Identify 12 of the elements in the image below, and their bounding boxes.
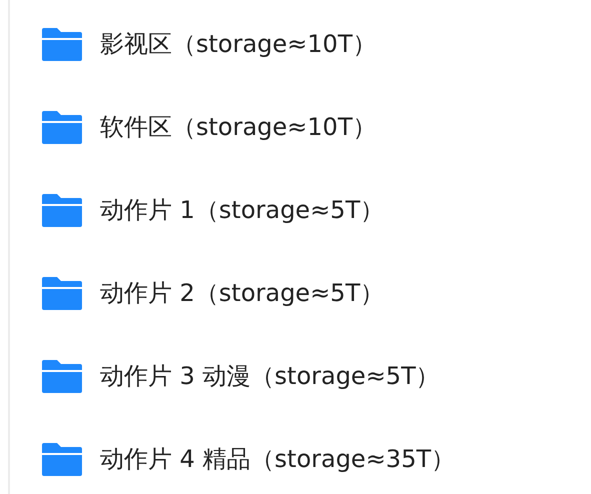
folder-icon xyxy=(42,194,82,226)
folder-icon xyxy=(42,110,82,144)
folder-name[interactable]: 动作片 4 精品（storage≈35T） xyxy=(100,443,456,475)
folder-name[interactable]: 影视区（storage≈10T） xyxy=(100,28,376,60)
folder-icon xyxy=(42,28,82,60)
folder-name[interactable]: 动作片 2（storage≈5T） xyxy=(100,277,384,309)
folder-name[interactable]: 动作片 3 动漫（storage≈5T） xyxy=(100,360,440,392)
folder-icon xyxy=(42,276,82,310)
folder-icon xyxy=(42,360,82,392)
folder-icon xyxy=(42,442,82,476)
folder-name[interactable]: 动作片 1（storage≈5T） xyxy=(100,194,384,226)
folder-name[interactable]: 软件区（storage≈10T） xyxy=(100,111,376,143)
